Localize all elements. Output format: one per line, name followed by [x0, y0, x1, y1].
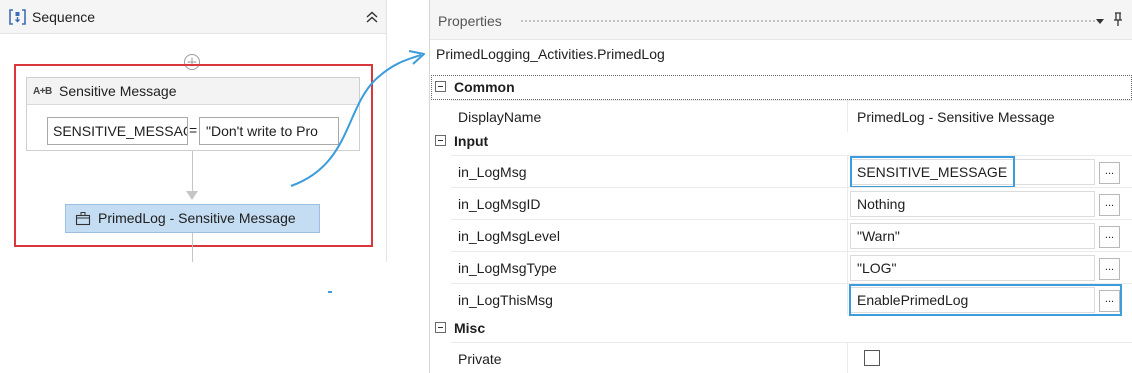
designer-border: [386, 0, 387, 262]
properties-title: Properties: [438, 13, 502, 29]
property-row-in-logmsg[interactable]: in_LogMsg SENSITIVE_MESSAGE ...: [451, 155, 1132, 188]
displayname-value[interactable]: PrimedLog - Sensitive Message: [850, 104, 1095, 130]
assign-header[interactable]: A+B Sensitive Message: [27, 78, 359, 105]
property-name: Private: [458, 351, 502, 367]
property-name: in_LogMsgLevel: [458, 228, 560, 244]
column-divider: [847, 252, 848, 283]
property-name: in_LogThisMsg: [458, 292, 553, 308]
connector-arrow-icon: [186, 191, 198, 200]
collapse-chevron-icon[interactable]: [364, 9, 380, 25]
workflow-designer: Sequence A+B Sensitive Message SENSITIVE…: [0, 0, 390, 373]
primedlog-label: PrimedLog - Sensitive Message: [98, 210, 296, 226]
assign-icon: A+B: [33, 86, 52, 97]
assign-activity[interactable]: A+B Sensitive Message SENSITIVE_MESSAGE …: [26, 77, 360, 151]
column-divider: [847, 156, 848, 187]
property-name: DisplayName: [458, 109, 542, 125]
selected-type-name: PrimedLogging_Activities.PrimedLog: [436, 46, 665, 62]
in-logmsglevel-value[interactable]: "Warn": [850, 223, 1095, 249]
category-label: Misc: [454, 320, 486, 336]
annotation-mark: [328, 291, 332, 293]
pin-icon[interactable]: [1112, 11, 1124, 27]
expression-editor-button[interactable]: ...: [1099, 290, 1120, 312]
assign-title: Sensitive Message: [59, 83, 177, 99]
sequence-header[interactable]: Sequence: [0, 0, 386, 34]
property-grid: Common DisplayName PrimedLog - Sensitive…: [430, 74, 1132, 373]
category-label: Input: [454, 133, 489, 149]
expression-editor-button[interactable]: ...: [1099, 258, 1120, 280]
assign-operator: =: [189, 122, 198, 138]
in-logmsgtype-value[interactable]: "LOG": [850, 255, 1095, 281]
connector-line: [192, 151, 193, 193]
primedlog-activity[interactable]: PrimedLog - Sensitive Message: [65, 204, 320, 233]
properties-panel: Properties PrimedLogging_Activities.Prim…: [429, 0, 1132, 373]
property-row-in-logmsglevel[interactable]: in_LogMsgLevel "Warn" ...: [451, 219, 1132, 251]
assign-to-field[interactable]: SENSITIVE_MESSAGE: [47, 117, 188, 145]
header-grip[interactable]: [520, 19, 1098, 23]
collapse-toggle-icon[interactable]: [435, 322, 446, 333]
connector-line-bottom: [192, 233, 193, 262]
in-logmsgid-value[interactable]: Nothing: [850, 191, 1095, 217]
assign-value-field[interactable]: "Don't write to Pro: [199, 117, 339, 145]
column-divider: [847, 343, 848, 373]
property-row-in-logmsgid[interactable]: in_LogMsgID Nothing ...: [451, 187, 1132, 219]
property-row-in-logmsgtype[interactable]: in_LogMsgType "LOG" ...: [451, 251, 1132, 283]
property-name: in_LogMsg: [458, 164, 527, 180]
category-label: Common: [454, 79, 515, 95]
property-row-private[interactable]: Private: [451, 342, 1132, 373]
column-divider: [847, 284, 848, 315]
properties-header: Properties: [430, 0, 1132, 40]
column-divider: [847, 220, 848, 251]
dropdown-arrow-icon[interactable]: [1094, 15, 1106, 27]
collapse-toggle-icon[interactable]: [435, 81, 446, 92]
category-misc[interactable]: Misc: [430, 315, 1132, 342]
in-logmsg-value[interactable]: SENSITIVE_MESSAGE: [850, 159, 1095, 185]
property-name: in_LogMsgType: [458, 260, 557, 276]
property-name: in_LogMsgID: [458, 196, 541, 212]
activity-icon: [75, 212, 91, 226]
category-input[interactable]: Input: [430, 128, 1132, 155]
expression-editor-button[interactable]: ...: [1099, 194, 1120, 216]
private-checkbox[interactable]: [864, 350, 880, 366]
expression-editor-button[interactable]: ...: [1099, 226, 1120, 248]
sequence-icon: [9, 9, 26, 25]
collapse-toggle-icon[interactable]: [435, 135, 446, 146]
in-logthismsg-value[interactable]: EnablePrimedLog: [850, 287, 1095, 313]
sequence-title: Sequence: [32, 9, 96, 25]
property-row-in-logthismsg[interactable]: in_LogThisMsg EnablePrimedLog ...: [451, 283, 1132, 316]
expression-editor-button[interactable]: ...: [1099, 162, 1120, 184]
category-common[interactable]: Common: [430, 74, 1132, 101]
column-divider: [847, 188, 848, 219]
